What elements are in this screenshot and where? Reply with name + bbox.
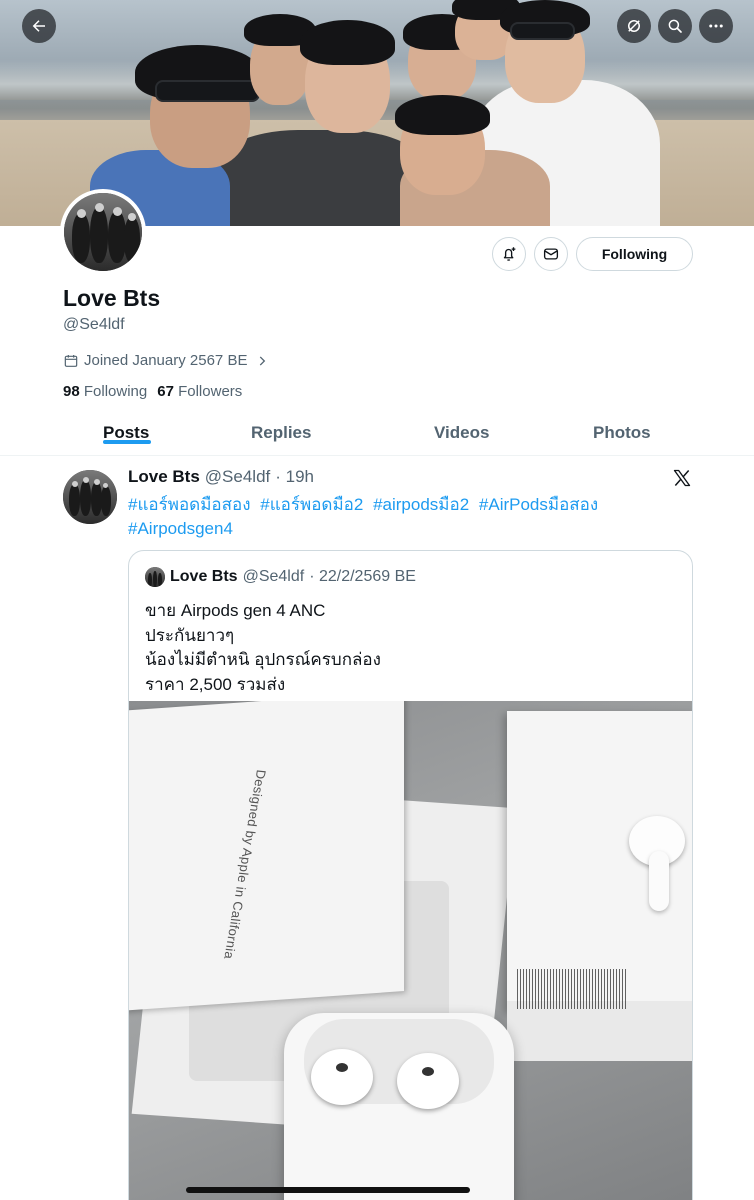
followers-count: 67 (157, 383, 174, 400)
x-logo-icon (673, 469, 691, 487)
tab-photos[interactable]: Photos (593, 410, 651, 456)
post-author-name[interactable]: Love Bts (128, 467, 200, 487)
back-button[interactable] (22, 9, 56, 43)
airpod-left (311, 1049, 373, 1105)
following-count: 98 (63, 383, 80, 400)
joined-text: Joined January 2567 BE (84, 352, 248, 369)
post-header: Love Bts @Se4ldf · 19h (128, 467, 314, 487)
profile-display-name: Love Bts (63, 285, 161, 311)
following-label: Following (83, 383, 148, 400)
notification-add-icon (503, 247, 516, 261)
message-button[interactable] (534, 237, 568, 271)
banner-sunglasses (510, 22, 575, 40)
quoted-text-line: ขาย Airpods gen 4 ANC (145, 601, 326, 620)
search-icon (668, 19, 682, 33)
grok-icon (628, 20, 640, 32)
quoted-author-name: Love Bts (170, 568, 238, 585)
home-indicator (186, 1187, 470, 1193)
message-icon (543, 248, 559, 260)
hashtag-link[interactable]: #airpodsมือ2 (373, 495, 469, 514)
quoted-post-text: ขาย Airpods gen 4 ANC ประกันยาวๆ น้องไม่… (145, 599, 381, 697)
profile-handle: @Se4ldf (63, 316, 125, 333)
quoted-text-line: ราคา 2,500 รวมส่ง (145, 674, 286, 694)
profile-tabs: Posts Replies Videos Photos (0, 410, 754, 456)
post-author-avatar[interactable] (63, 470, 117, 524)
post-author-handle[interactable]: @Se4ldf (205, 467, 270, 487)
chevron-right-icon (260, 355, 266, 366)
avatar-group-photo (64, 193, 142, 271)
hashtag-link[interactable]: #แอร์พอดมือสอง (128, 495, 251, 514)
airpods-product-photo[interactable]: Designed by Apple in California (129, 701, 692, 1200)
hashtag-link[interactable]: #AirPodsมือสอง (479, 495, 598, 514)
quoted-post[interactable]: Love Bts @Se4ldf · 22/2/2569 BE ขาย Airp… (128, 550, 693, 1200)
joined-date[interactable]: Joined January 2567 BE (63, 352, 269, 369)
banner-person-hair (300, 20, 395, 65)
grok-button[interactable] (617, 9, 651, 43)
tab-posts[interactable]: Posts (103, 410, 149, 456)
box-sleeve-side (507, 1001, 692, 1061)
quoted-post-date: · 22/2/2569 BE (309, 568, 416, 585)
quoted-author-handle: @Se4ldf (242, 568, 305, 585)
quoted-author-avatar (145, 567, 165, 587)
quoted-text-line: ประกันยาวๆ (145, 625, 235, 645)
avatar-group-photo (63, 470, 117, 524)
followers-label: Followers (178, 383, 243, 400)
banner-person-hair (395, 95, 490, 135)
box-lid: Designed by Apple in California (129, 701, 404, 1011)
more-icon (709, 24, 723, 28)
quoted-post-header: Love Bts @Se4ldf · 22/2/2569 BE (145, 567, 416, 587)
post-time[interactable]: · 19h (275, 467, 314, 487)
quoted-text-line: น้องไม่มีตำหนิ อุปกรณ์ครบกล่อง (145, 650, 381, 669)
box-barcode (517, 969, 627, 1009)
active-tab-indicator (103, 440, 151, 444)
profile-avatar[interactable] (60, 189, 146, 275)
follow-counts: 98 Following 67 Followers (63, 383, 242, 400)
notifications-button[interactable] (492, 237, 526, 271)
box-lid-text: Designed by Apple in California (221, 768, 269, 960)
more-button[interactable] (699, 9, 733, 43)
arrow-left-icon (32, 20, 45, 32)
airpod-right (397, 1053, 459, 1109)
following-stat[interactable]: 98 Following (63, 383, 147, 400)
followers-stat[interactable]: 67 Followers (157, 383, 242, 400)
tab-replies[interactable]: Replies (251, 410, 311, 456)
hashtag-link[interactable]: #แอร์พอดมือ2 (260, 495, 363, 514)
following-button[interactable]: Following (576, 237, 693, 271)
post-hashtags: #แอร์พอดมือสอง #แอร์พอดมือ2 #airpodsมือ2… (128, 493, 648, 541)
banner-sunglasses (155, 80, 260, 102)
hashtag-link[interactable]: #Airpodsgen4 (128, 519, 233, 538)
airpod-stem (649, 851, 669, 911)
calendar-icon (64, 354, 78, 367)
tab-videos[interactable]: Videos (434, 410, 489, 456)
search-button[interactable] (658, 9, 692, 43)
